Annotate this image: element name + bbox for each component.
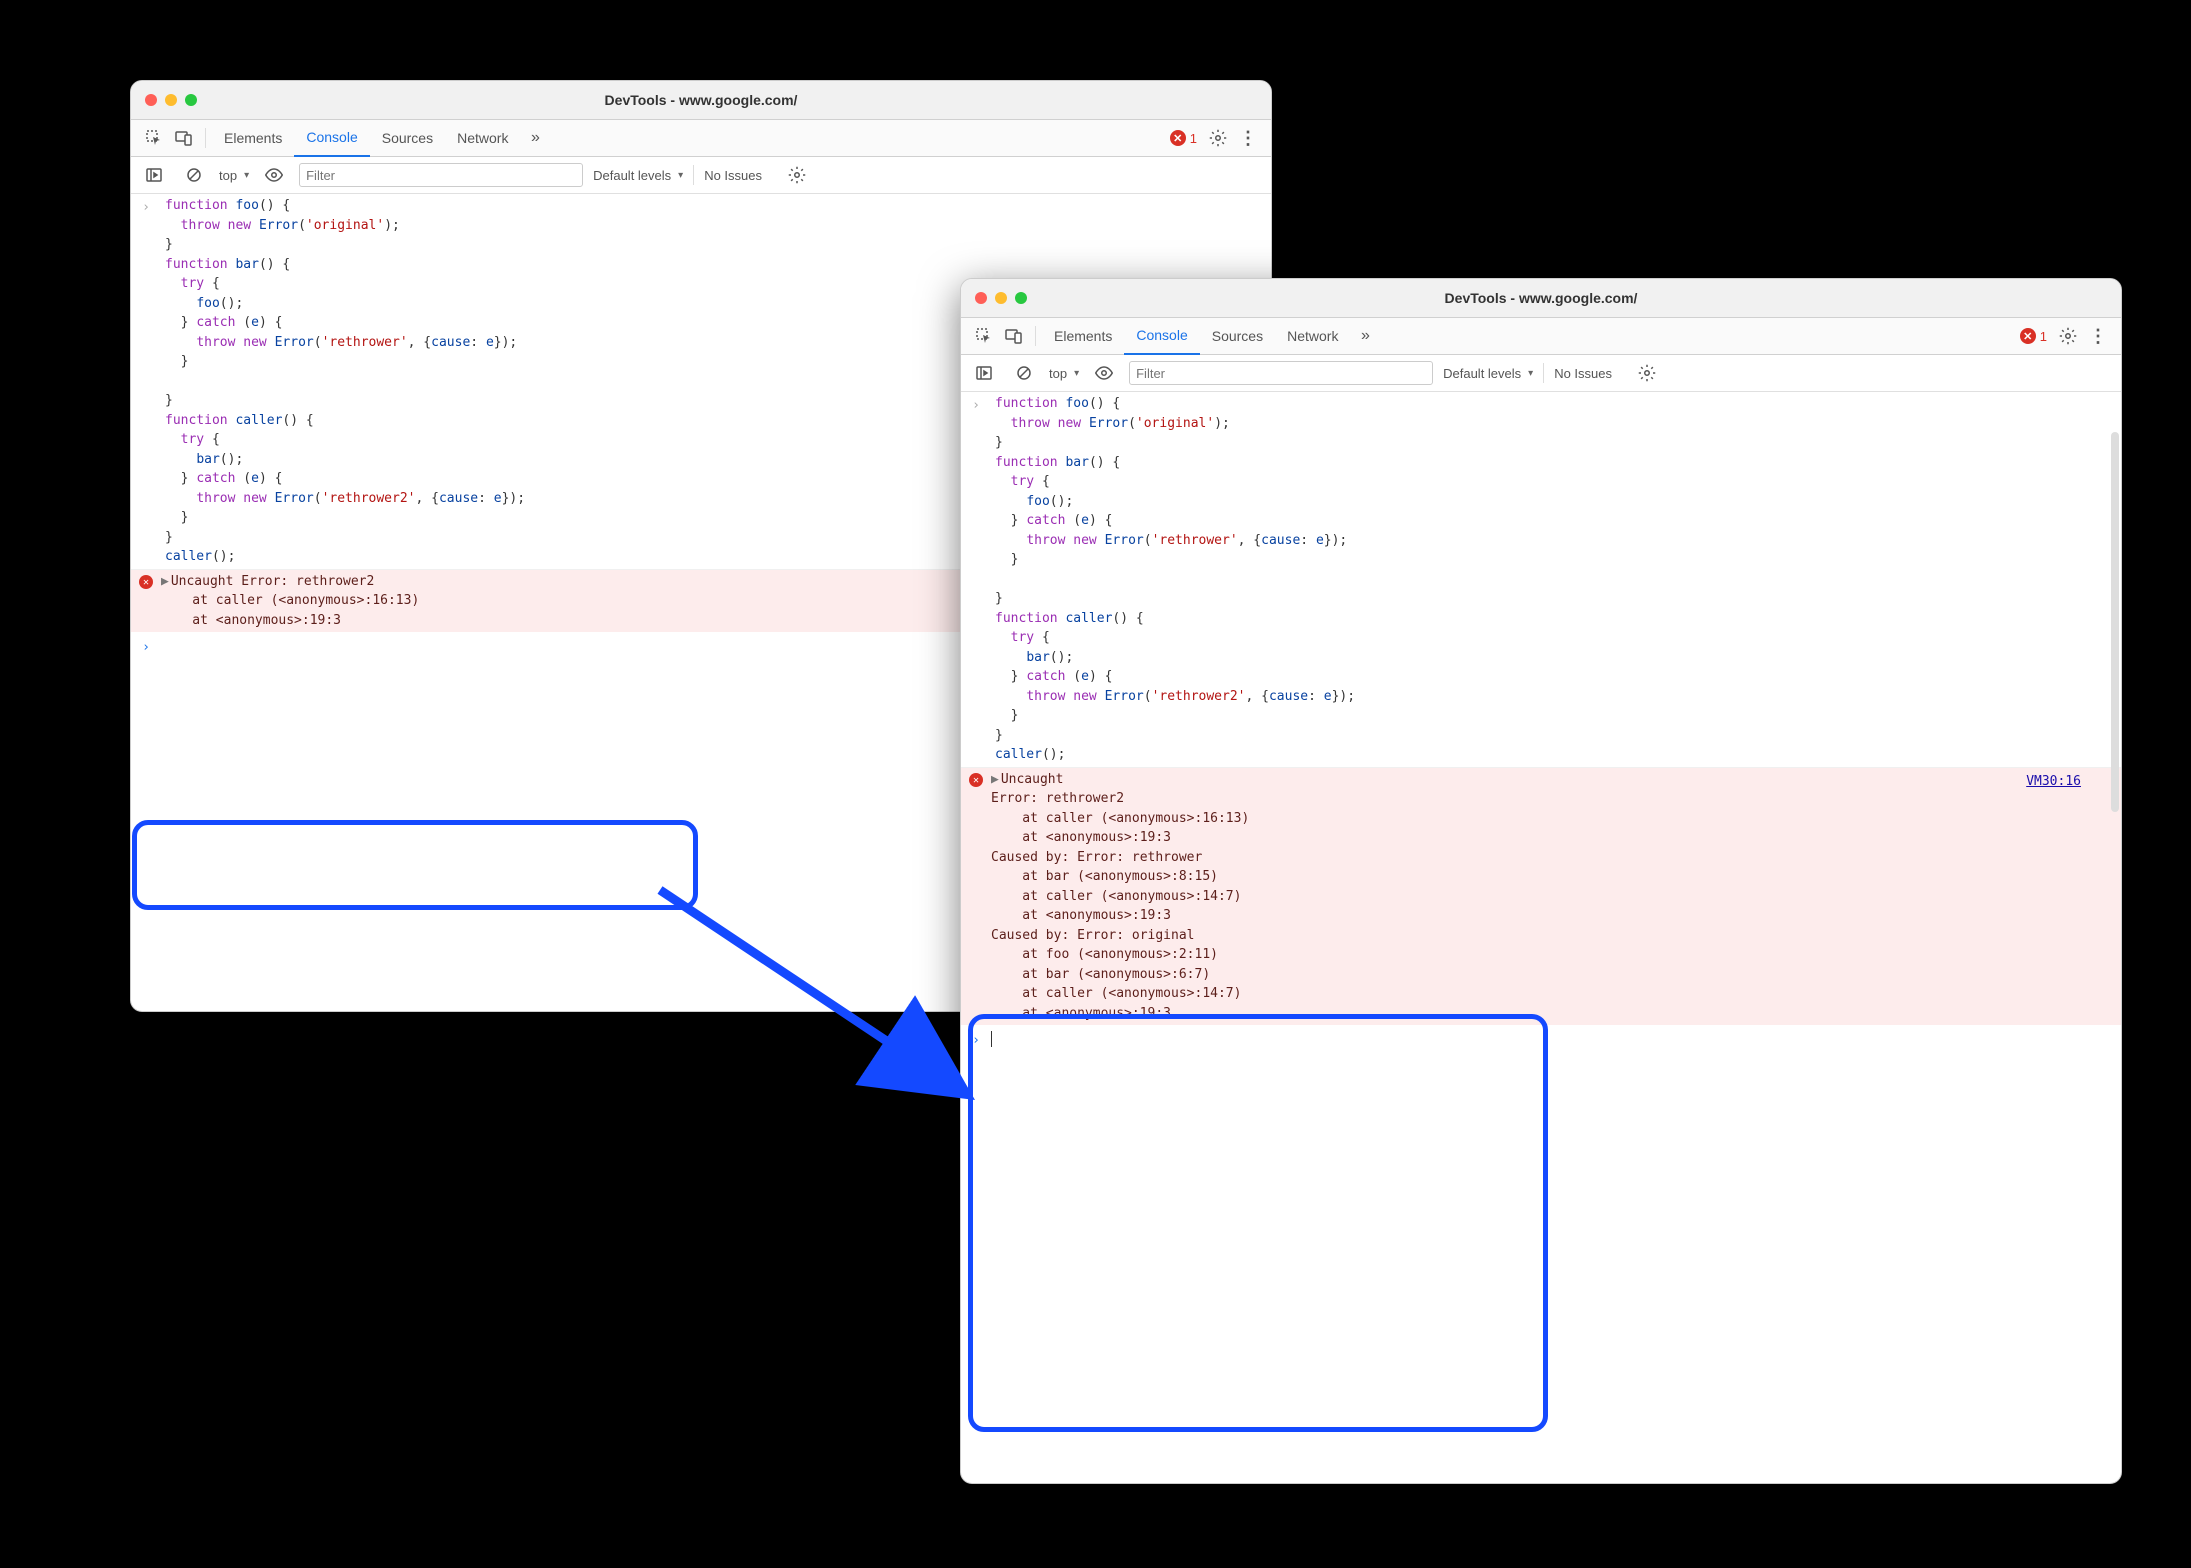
input-chevron-icon: › — [961, 394, 991, 765]
inspect-icon[interactable] — [143, 127, 165, 149]
close-icon[interactable] — [145, 94, 157, 106]
scrollbar[interactable] — [2111, 432, 2119, 812]
live-expression-icon[interactable] — [1093, 362, 1115, 384]
error-badge[interactable]: ✕1 — [2020, 328, 2047, 344]
window-title: DevTools - www.google.com/ — [131, 92, 1271, 108]
error-message: Uncaught Error: rethrower2 at caller (<a… — [991, 772, 1249, 1021]
filter-input[interactable] — [1129, 361, 1433, 385]
console-output: › function foo() { throw new Error('orig… — [961, 392, 2121, 1055]
kebab-menu-icon[interactable]: ⋮ — [2087, 325, 2109, 347]
devtools-window-2: DevTools - www.google.com/ Elements Cons… — [960, 278, 2122, 1484]
device-toggle-icon[interactable] — [173, 127, 195, 149]
error-count: 1 — [2040, 329, 2047, 344]
clear-console-icon[interactable] — [1013, 362, 1035, 384]
titlebar: DevTools - www.google.com/ — [961, 279, 2121, 318]
zoom-icon[interactable] — [185, 94, 197, 106]
tab-elements[interactable]: Elements — [1042, 318, 1124, 354]
source-link[interactable]: VM30:16 — [2026, 772, 2081, 792]
console-input-row: › function foo() { throw new Error('orig… — [961, 392, 2121, 768]
close-icon[interactable] — [975, 292, 987, 304]
tab-network[interactable]: Network — [1275, 318, 1350, 354]
console-toolbar: top Default levels No Issues — [961, 355, 2121, 392]
error-badge[interactable]: ✕1 — [1170, 130, 1197, 146]
sidebar-toggle-icon[interactable] — [973, 362, 995, 384]
levels-selector[interactable]: Default levels — [1443, 366, 1533, 381]
code-block: function foo() { throw new Error('origin… — [161, 196, 525, 567]
zoom-icon[interactable] — [1015, 292, 1027, 304]
error-icon: ✕ — [969, 773, 983, 787]
gear-icon[interactable] — [1207, 127, 1229, 149]
levels-selector[interactable]: Default levels — [593, 168, 683, 183]
more-tabs-icon[interactable]: » — [1354, 325, 1376, 347]
device-toggle-icon[interactable] — [1003, 325, 1025, 347]
issues-label[interactable]: No Issues — [1554, 366, 1612, 381]
tab-sources[interactable]: Sources — [1200, 318, 1275, 354]
expand-triangle-icon[interactable]: ▶ — [991, 772, 999, 787]
error-message: Uncaught Error: rethrower2 at caller (<a… — [161, 574, 419, 628]
expand-triangle-icon[interactable]: ▶ — [161, 574, 169, 589]
input-chevron-icon: › — [131, 196, 161, 567]
gear-icon[interactable] — [2057, 325, 2079, 347]
main-tabbar: Elements Console Sources Network » ✕1 ⋮ — [961, 318, 2121, 355]
console-settings-icon[interactable] — [1636, 362, 1658, 384]
window-title: DevTools - www.google.com/ — [961, 290, 2121, 306]
tab-sources[interactable]: Sources — [370, 120, 445, 156]
prompt-row[interactable]: › — [961, 1025, 2121, 1055]
code-block: function foo() { throw new Error('origin… — [991, 394, 1355, 765]
tab-elements[interactable]: Elements — [212, 120, 294, 156]
live-expression-icon[interactable] — [263, 164, 285, 186]
context-selector[interactable]: top — [1049, 366, 1079, 381]
issues-label[interactable]: No Issues — [704, 168, 762, 183]
traffic-lights — [145, 94, 197, 106]
context-selector[interactable]: top — [219, 168, 249, 183]
minimize-icon[interactable] — [995, 292, 1007, 304]
more-tabs-icon[interactable]: » — [524, 127, 546, 149]
error-count: 1 — [1190, 131, 1197, 146]
error-icon: ✕ — [139, 575, 153, 589]
inspect-icon[interactable] — [973, 325, 995, 347]
tab-console[interactable]: Console — [294, 119, 369, 157]
error-row[interactable]: ✕ ▶Uncaught Error: rethrower2 at caller … — [961, 768, 2121, 1026]
tab-network[interactable]: Network — [445, 120, 520, 156]
console-toolbar: top Default levels No Issues — [131, 157, 1271, 194]
kebab-menu-icon[interactable]: ⋮ — [1237, 127, 1259, 149]
traffic-lights — [975, 292, 1027, 304]
tab-console[interactable]: Console — [1124, 317, 1199, 355]
minimize-icon[interactable] — [165, 94, 177, 106]
filter-input[interactable] — [299, 163, 583, 187]
titlebar: DevTools - www.google.com/ — [131, 81, 1271, 120]
main-tabbar: Elements Console Sources Network » ✕1 ⋮ — [131, 120, 1271, 157]
console-settings-icon[interactable] — [786, 164, 808, 186]
sidebar-toggle-icon[interactable] — [143, 164, 165, 186]
clear-console-icon[interactable] — [183, 164, 205, 186]
